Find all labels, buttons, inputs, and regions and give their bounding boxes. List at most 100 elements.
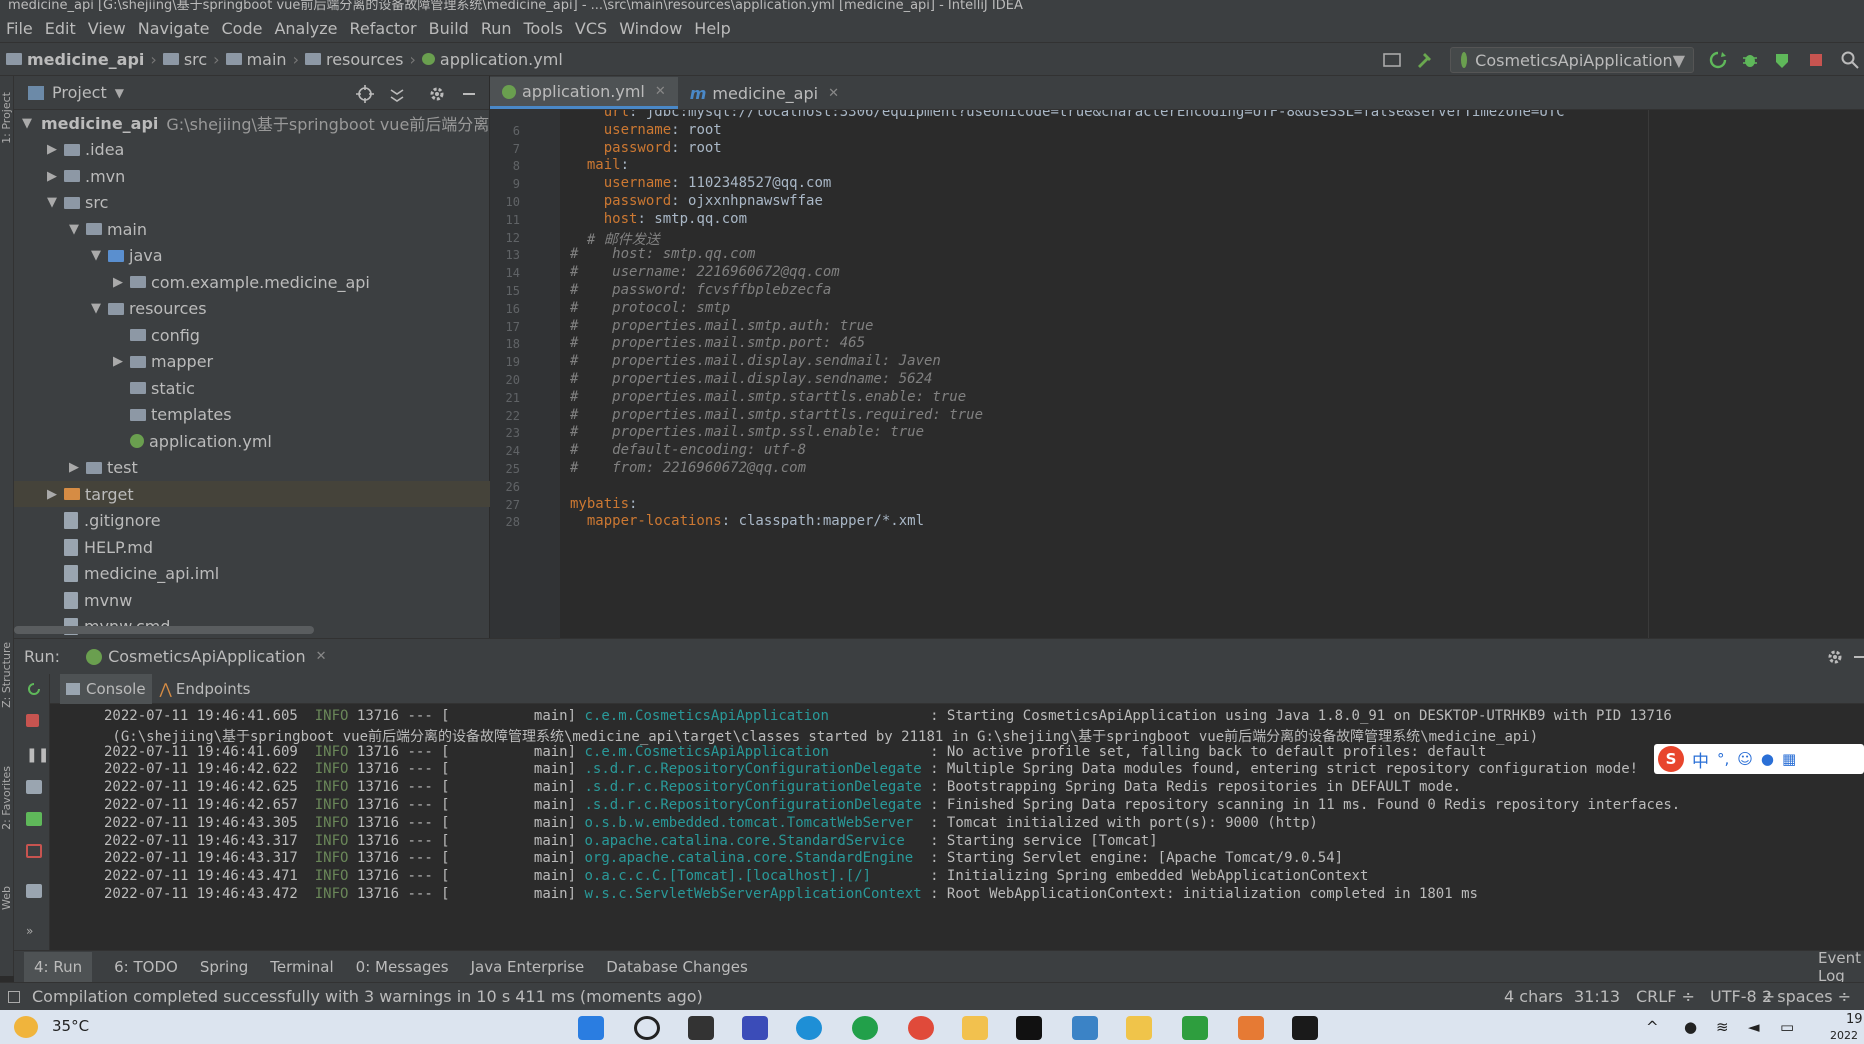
edge-icon[interactable] bbox=[796, 1016, 822, 1040]
breadcrumb-file[interactable]: application.yml bbox=[421, 50, 563, 69]
minimize-icon[interactable] bbox=[1854, 648, 1864, 666]
tree-node-static[interactable]: static bbox=[14, 375, 490, 401]
menu-item-build[interactable]: Build bbox=[429, 19, 469, 38]
code-line[interactable]: url: jdbc:mysql://localhost:3306/equipme… bbox=[570, 110, 1565, 120]
tab-endpoints[interactable]: ⋀ Endpoints bbox=[160, 680, 251, 698]
camera-icon[interactable] bbox=[26, 780, 42, 794]
code-line[interactable]: # default-encoding: utf-8 bbox=[570, 442, 806, 458]
chevron-right-icon[interactable]: ▶ bbox=[44, 169, 60, 184]
search-icon[interactable] bbox=[1840, 50, 1860, 70]
breadcrumb-resources[interactable]: resources bbox=[304, 50, 404, 69]
indent-setting[interactable]: 2 spaces ÷ bbox=[1762, 987, 1851, 1006]
code-line[interactable]: # password: fcvsffbplebzecfa bbox=[570, 282, 831, 298]
tree-node-medicine-api-iml[interactable]: medicine_api.iml bbox=[14, 561, 490, 587]
minimize-icon[interactable] bbox=[460, 85, 478, 103]
gear-icon[interactable] bbox=[1826, 648, 1844, 666]
keyboard-icon[interactable]: ▦ bbox=[1782, 750, 1796, 768]
microphone-icon[interactable]: ● bbox=[1684, 1018, 1697, 1036]
more-icon[interactable]: » bbox=[26, 924, 42, 938]
menu-item-vcs[interactable]: VCS bbox=[575, 19, 607, 38]
code-line[interactable]: # properties.mail.smtp.port: 465 bbox=[570, 335, 865, 351]
chevron-up-icon[interactable]: ^ bbox=[1646, 1018, 1659, 1036]
tree-node-com-example-medicine-api[interactable]: ▶ com.example.medicine_api bbox=[14, 269, 490, 295]
chevron-right-icon[interactable]: ▶ bbox=[110, 354, 126, 369]
code-line[interactable]: password: root bbox=[570, 140, 722, 156]
emoji-icon[interactable]: ☺ bbox=[1737, 750, 1753, 768]
terminal-layout-icon[interactable] bbox=[1382, 50, 1402, 70]
code-line[interactable]: host: smtp.qq.com bbox=[570, 211, 747, 227]
chevron-down-icon[interactable]: ▼ bbox=[88, 301, 104, 316]
code-line[interactable]: username: root bbox=[570, 122, 722, 138]
collapse-all-icon[interactable] bbox=[388, 85, 406, 103]
tree-node-medicine-api[interactable]: ▼ medicine_api G:\shejiing\基于springboot vu… bbox=[14, 110, 490, 136]
project-tool-button[interactable]: 1: Project bbox=[0, 92, 13, 144]
chevron-right-icon[interactable]: ▶ bbox=[44, 487, 60, 502]
chevron-right-icon[interactable]: ▶ bbox=[44, 142, 60, 157]
ime-toolbar[interactable]: S 中 °, ☺ ● ▦ bbox=[1654, 744, 1864, 774]
code-line[interactable]: # properties.mail.smtp.starttls.enable: … bbox=[570, 389, 966, 405]
visual-studio-icon[interactable] bbox=[742, 1016, 768, 1040]
menu-item-run[interactable]: Run bbox=[481, 19, 512, 38]
code-line[interactable]: password: ojxxnhpnawswffae bbox=[570, 193, 823, 209]
code-line[interactable]: mail: bbox=[570, 157, 629, 173]
tree-node-mapper[interactable]: ▶ mapper bbox=[14, 349, 490, 375]
sticky-notes-icon[interactable] bbox=[1126, 1016, 1152, 1040]
tree-node-target[interactable]: ▶ target bbox=[14, 481, 490, 507]
code-line[interactable]: # properties.mail.display.sendname: 5624 bbox=[570, 371, 932, 387]
close-icon[interactable]: ✕ bbox=[655, 84, 666, 99]
code-line[interactable]: # properties.mail.smtp.ssl.enable: true bbox=[570, 424, 924, 440]
toolwindow-spring[interactable]: Spring bbox=[200, 958, 248, 976]
chevron-right-icon[interactable]: ▶ bbox=[66, 460, 82, 475]
weather-temperature[interactable]: 35°C bbox=[52, 1017, 89, 1035]
tree-node-resources[interactable]: ▼ resources bbox=[14, 296, 490, 322]
tree-node-test[interactable]: ▶ test bbox=[14, 455, 490, 481]
toolwindow-messages[interactable]: 0: Messages bbox=[356, 958, 449, 976]
rerun-icon[interactable] bbox=[26, 682, 42, 696]
code-line[interactable]: mapper-locations: classpath:mapper/*.xml bbox=[570, 513, 924, 529]
clock[interactable]: 19 bbox=[1846, 1012, 1863, 1027]
windows-start-icon[interactable] bbox=[578, 1016, 604, 1040]
chevron-down-icon[interactable]: ▼ bbox=[115, 86, 124, 100]
photos-icon[interactable] bbox=[1072, 1016, 1098, 1040]
breadcrumb-main[interactable]: main bbox=[225, 50, 287, 69]
tree-node-main[interactable]: ▼ main bbox=[14, 216, 490, 242]
code-line[interactable]: # host: smtp.qq.com bbox=[570, 246, 755, 262]
debug-icon[interactable] bbox=[26, 812, 42, 826]
volume-icon[interactable]: ◄ bbox=[1748, 1018, 1760, 1036]
project-panel-title[interactable]: Project bbox=[52, 83, 107, 102]
punctuation-icon[interactable]: °, bbox=[1717, 750, 1729, 768]
code-line[interactable]: mybatis: bbox=[570, 496, 637, 512]
console-output[interactable]: 2022-07-11 19:46:41.605 INFO 13716 --- [… bbox=[50, 704, 1864, 950]
locate-icon[interactable] bbox=[356, 85, 374, 103]
tree-node-help-md[interactable]: HELP.md bbox=[14, 534, 490, 560]
menu-item-help[interactable]: Help bbox=[694, 19, 730, 38]
chevron-right-icon[interactable]: ▶ bbox=[110, 275, 126, 290]
wifi-icon[interactable]: ≋ bbox=[1716, 1018, 1729, 1036]
intellij-idea-icon[interactable] bbox=[1016, 1016, 1042, 1040]
caret-position[interactable]: 31:13 bbox=[1574, 987, 1620, 1006]
menu-item-window[interactable]: Window bbox=[619, 19, 682, 38]
stop-icon[interactable] bbox=[26, 714, 39, 727]
pause-icon[interactable]: ❚❚ bbox=[26, 748, 49, 762]
favorites-tool-button[interactable]: 2: Favorites bbox=[0, 766, 13, 830]
coverage-icon[interactable] bbox=[1772, 50, 1792, 70]
menu-item-view[interactable]: View bbox=[88, 19, 126, 38]
breadcrumb-module[interactable]: medicine_api bbox=[6, 50, 144, 69]
chevron-down-icon[interactable]: ▼ bbox=[66, 222, 82, 237]
exit-icon[interactable] bbox=[26, 844, 42, 858]
search-icon[interactable] bbox=[634, 1016, 660, 1040]
run-configuration-select[interactable]: CosmeticsApiApplication ▼ bbox=[1450, 47, 1694, 73]
toolwindow-todo[interactable]: 6: TODO bbox=[114, 958, 178, 976]
chevron-down-icon[interactable]: ▼ bbox=[44, 195, 60, 210]
close-icon[interactable]: ✕ bbox=[316, 649, 327, 664]
rerun-icon[interactable] bbox=[1708, 50, 1728, 70]
tree-node--idea[interactable]: ▶ .idea bbox=[14, 137, 490, 163]
tree-node-templates[interactable]: templates bbox=[14, 402, 490, 428]
tree-node--gitignore[interactable]: .gitignore bbox=[14, 508, 490, 534]
terminal-icon[interactable] bbox=[1292, 1016, 1318, 1040]
code-line[interactable]: # protocol: smtp bbox=[570, 300, 730, 316]
menu-item-analyze[interactable]: Analyze bbox=[274, 19, 337, 38]
code-line[interactable]: username: 1102348527@qq.com bbox=[570, 175, 832, 191]
menu-item-refactor[interactable]: Refactor bbox=[350, 19, 417, 38]
toolwindow-terminal[interactable]: Terminal bbox=[270, 958, 333, 976]
